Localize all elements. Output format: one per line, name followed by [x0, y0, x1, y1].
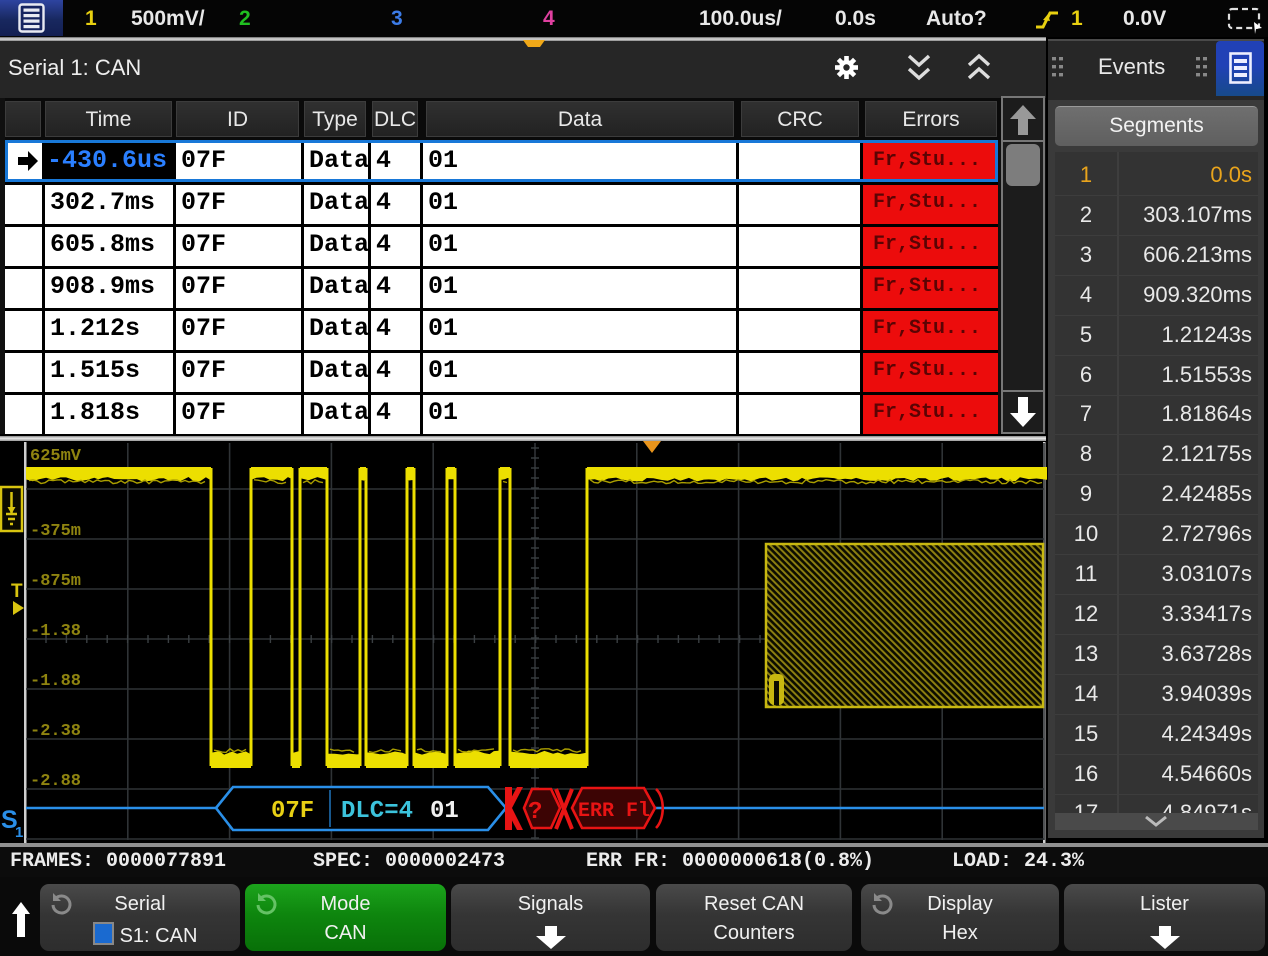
svg-text:-375m: -375m	[30, 522, 81, 541]
svg-text:T: T	[11, 581, 23, 602]
svg-text:625mV: 625mV	[30, 447, 82, 466]
svg-text:-1.88: -1.88	[30, 672, 81, 691]
svg-text:07F: 07F	[271, 798, 314, 825]
svg-text:?: ?	[528, 799, 542, 826]
svg-text:-2.38: -2.38	[30, 722, 81, 741]
svg-text:1: 1	[15, 824, 23, 841]
svg-text:-1.38: -1.38	[30, 622, 81, 641]
svg-text:-2.88: -2.88	[30, 772, 81, 791]
svg-text:01: 01	[430, 798, 459, 825]
svg-text:-875m: -875m	[30, 572, 81, 591]
svg-text:DLC=4: DLC=4	[341, 798, 413, 825]
svg-text:ERR Fl: ERR Fl	[578, 800, 650, 823]
